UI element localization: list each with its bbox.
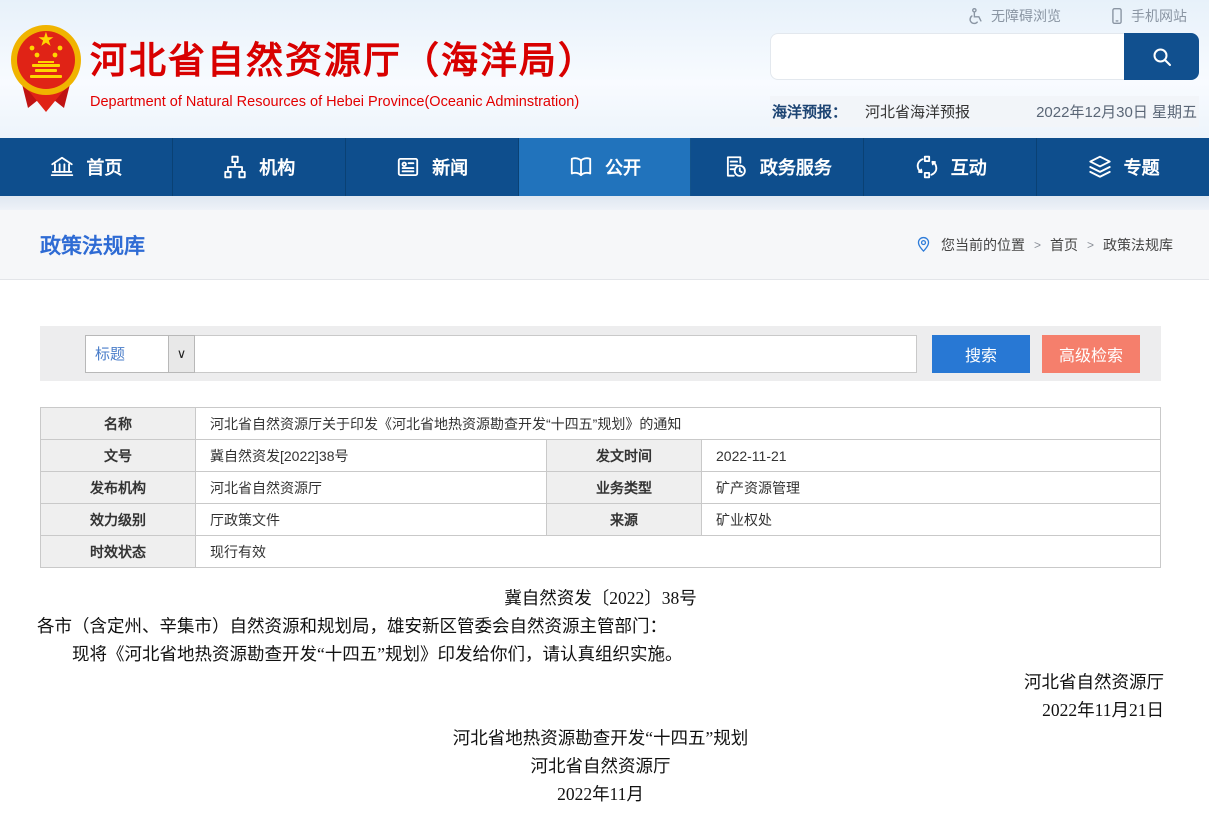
meta-value-name: 河北省自然资源厅关于印发《河北省地热资源勘查开发“十四五”规划》的通知 — [196, 408, 1161, 440]
forecast-link[interactable]: 河北省海洋预报 — [865, 101, 970, 122]
doc-salutation: 各市（含定州、辛集市）自然资源和规划局，雄安新区管委会自然资源主管部门： — [37, 612, 1164, 640]
meta-label-effect-level: 效力级别 — [41, 504, 196, 536]
search-field-selected-value: 标题 — [86, 336, 168, 372]
meta-value-business-type: 矿产资源管理 — [702, 472, 1161, 504]
search-icon — [1150, 45, 1174, 69]
nav-item-topics[interactable]: 专题 — [1037, 138, 1209, 196]
table-row: 文号 冀自然资发[2022]38号 发文时间 2022-11-21 — [41, 440, 1161, 472]
doc-number-line: 冀自然资发〔2022〕38号 — [37, 584, 1164, 612]
nav-item-news[interactable]: 新闻 — [346, 138, 519, 196]
doc-signer: 河北省自然资源厅 — [37, 668, 1164, 696]
nav-item-org[interactable]: 机构 — [173, 138, 346, 196]
mobile-site-link[interactable]: 手机网站 — [1109, 6, 1187, 26]
mobile-phone-icon — [1109, 7, 1125, 25]
breadcrumb: 您当前的位置 > 首页 > 政策法规库 — [915, 235, 1173, 255]
meta-label-publisher: 发布机构 — [41, 472, 196, 504]
meta-value-publisher: 河北省自然资源厅 — [196, 472, 547, 504]
doc-sign-date: 2022年11月21日 — [37, 696, 1164, 724]
document-content: 冀自然资发〔2022〕38号 各市（含定州、辛集市）自然资源和规划局，雄安新区管… — [37, 584, 1164, 808]
wheelchair-icon — [967, 7, 985, 25]
table-row: 发布机构 河北省自然资源厅 业务类型 矿产资源管理 — [41, 472, 1161, 504]
law-search-input[interactable] — [195, 335, 917, 373]
location-pin-icon — [915, 235, 932, 254]
law-search-bar: 标题 ∨ 搜索 高级检索 — [40, 326, 1161, 381]
page-title: 政策法规库 — [40, 230, 145, 260]
breadcrumb-link-current[interactable]: 政策法规库 — [1103, 235, 1173, 255]
attachment-title: 河北省地热资源勘查开发“十四五”规划 — [37, 724, 1164, 752]
meta-value-source: 矿业权处 — [702, 504, 1161, 536]
document-meta-table: 名称 河北省自然资源厅关于印发《河北省地热资源勘查开发“十四五”规划》的通知 文… — [40, 407, 1161, 568]
chevron-down-icon: ∨ — [168, 336, 194, 372]
table-row: 名称 河北省自然资源厅关于印发《河北省地热资源勘查开发“十四五”规划》的通知 — [41, 408, 1161, 440]
meta-value-effect-level: 厅政策文件 — [196, 504, 547, 536]
current-date: 2022年12月30日 星期五 — [1036, 101, 1197, 122]
meta-value-issue-date: 2022-11-21 — [702, 440, 1161, 472]
interact-icon — [914, 154, 940, 180]
open-book-icon — [568, 154, 594, 180]
service-icon — [723, 154, 749, 180]
table-row: 时效状态 现行有效 — [41, 536, 1161, 568]
attachment-author: 河北省自然资源厅 — [37, 752, 1164, 780]
org-icon — [222, 154, 248, 180]
breadcrumb-location-label: 您当前的位置 — [941, 235, 1025, 255]
attachment-date: 2022年11月 — [37, 780, 1164, 808]
nav-item-home[interactable]: 首页 — [0, 138, 173, 196]
site-header: 河北省自然资源厅（海洋局） Department of Natural Reso… — [0, 0, 1209, 138]
doc-body-line: 现将《河北省地热资源勘查开发“十四五”规划》印发给你们，请认真组织实施。 — [37, 640, 1164, 668]
table-row: 效力级别 厅政策文件 来源 矿业权处 — [41, 504, 1161, 536]
meta-label-validity: 时效状态 — [41, 536, 196, 568]
topic-icon — [1087, 154, 1113, 180]
search-button[interactable]: 搜索 — [932, 335, 1030, 373]
nav-shadow — [0, 196, 1209, 210]
news-icon — [395, 154, 421, 180]
search-field-select[interactable]: 标题 ∨ — [85, 335, 195, 373]
accessibility-link[interactable]: 无障碍浏览 — [967, 6, 1061, 26]
header-search-button[interactable] — [1124, 33, 1199, 80]
nav-item-interact[interactable]: 互动 — [864, 138, 1037, 196]
site-title: 河北省自然资源厅（海洋局） — [90, 30, 597, 84]
meta-label-source: 来源 — [547, 504, 702, 536]
main-nav: 首页 机构 新闻 公开 政务服务 — [0, 138, 1209, 196]
national-emblem-logo — [8, 12, 84, 122]
breadcrumb-bar: 政策法规库 您当前的位置 > 首页 > 政策法规库 — [0, 210, 1209, 280]
header-search — [770, 33, 1199, 80]
meta-label-business-type: 业务类型 — [547, 472, 702, 504]
home-icon — [49, 154, 75, 180]
meta-value-validity: 现行有效 — [196, 536, 1161, 568]
nav-item-open-gov[interactable]: 公开 — [519, 138, 692, 196]
breadcrumb-link-home[interactable]: 首页 — [1050, 235, 1078, 255]
meta-label-doc-no: 文号 — [41, 440, 196, 472]
site-subtitle: Department of Natural Resources of Hebei… — [90, 94, 597, 110]
advanced-search-button[interactable]: 高级检索 — [1042, 335, 1140, 373]
forecast-label: 海洋预报： — [772, 101, 847, 122]
meta-label-issue-date: 发文时间 — [547, 440, 702, 472]
header-search-input[interactable] — [770, 33, 1124, 80]
meta-value-doc-no: 冀自然资发[2022]38号 — [196, 440, 547, 472]
forecast-bar: 海洋预报： 河北省海洋预报 2022年12月30日 星期五 — [770, 96, 1199, 127]
meta-label-name: 名称 — [41, 408, 196, 440]
nav-item-services[interactable]: 政务服务 — [691, 138, 864, 196]
